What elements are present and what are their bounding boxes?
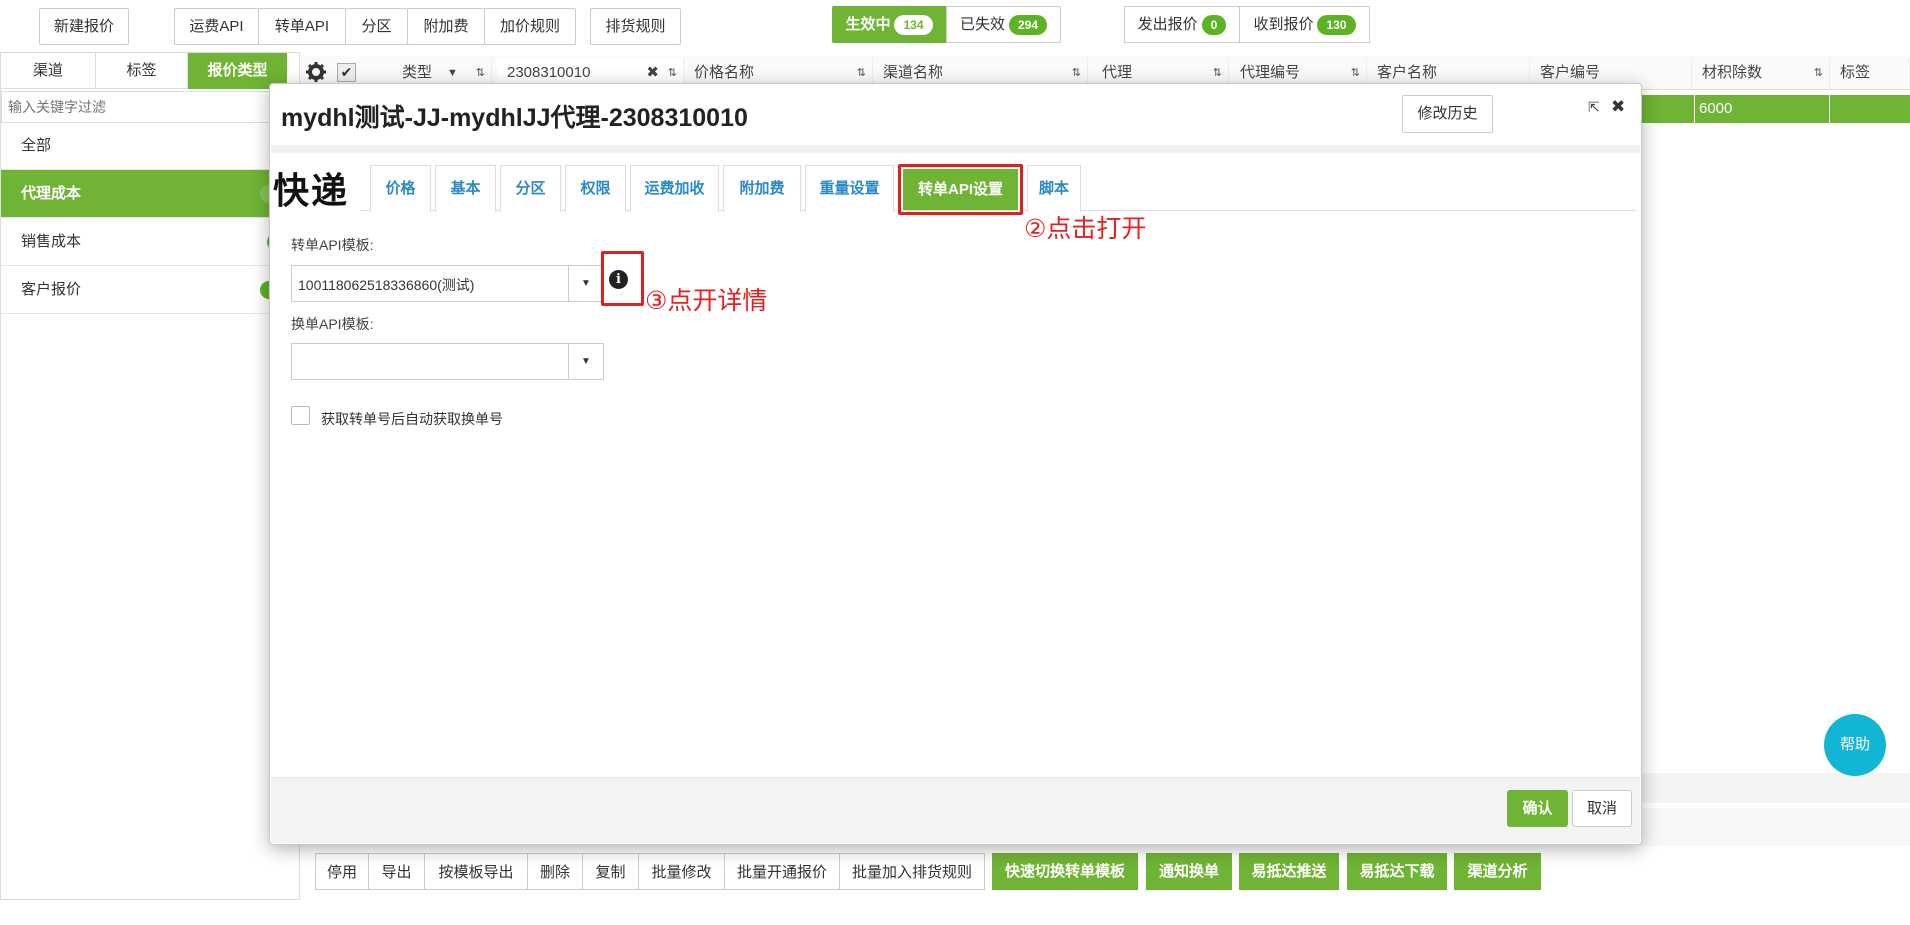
status-active-label: 生效中 xyxy=(845,16,891,33)
sidebar-item-sales-cost[interactable]: 销售成本 14 xyxy=(1,218,296,266)
tab-transfer-api-label: 转单API设置 xyxy=(903,169,1018,210)
sidebar-filter-input[interactable] xyxy=(1,91,299,123)
copy-button[interactable]: 复制 xyxy=(582,853,639,890)
batch-edit-button[interactable]: 批量修改 xyxy=(638,853,725,890)
select-all-checkbox[interactable]: ✔ xyxy=(337,63,356,82)
sidebar-item-customer-quote[interactable]: 客户报价 122 xyxy=(1,266,296,314)
markup-rules-button[interactable]: 加价规则 xyxy=(484,8,576,45)
transfer-api-label: 转单API模板: xyxy=(291,237,374,253)
sidebar-tab-tag[interactable]: 标签 xyxy=(96,53,188,89)
sent-quotes-label: 发出报价 xyxy=(1137,16,1198,33)
received-quotes-button[interactable]: 收到报价 130 xyxy=(1239,6,1370,43)
close-icon[interactable]: ✖ xyxy=(1611,97,1625,117)
modal-title: mydhl测试-JJ-mydhlJJ代理-2308310010 xyxy=(281,104,748,132)
sidebar-item-label: 代理成本 xyxy=(21,185,82,202)
annotation-detail: ③点开详情 xyxy=(645,287,768,315)
ydd-push-button[interactable]: 易抵达推送 xyxy=(1239,853,1339,890)
quick-switch-template-button[interactable]: 快速切换转单模板 xyxy=(992,853,1138,890)
auto-swap-checkbox[interactable] xyxy=(291,406,310,425)
tab-basic[interactable]: 基本 xyxy=(435,165,496,212)
export-button[interactable]: 导出 xyxy=(368,853,425,890)
modal-footer xyxy=(271,777,1640,843)
tab-weight-settings[interactable]: 重量设置 xyxy=(805,165,894,212)
channel-analysis-button[interactable]: 渠道分析 xyxy=(1454,853,1541,890)
sidebar-item-label: 销售成本 xyxy=(21,233,82,250)
status-expired-button[interactable]: 已失效 294 xyxy=(946,6,1061,43)
gear-icon[interactable] xyxy=(305,61,327,83)
col-header-label: 材积除数 xyxy=(1702,64,1763,81)
ydd-download-button[interactable]: 易抵达下载 xyxy=(1347,853,1447,890)
col-header-label: 客户编号 xyxy=(1540,64,1601,81)
status-active-count: 134 xyxy=(894,15,933,35)
sent-quotes-button[interactable]: 发出报价 0 xyxy=(1124,6,1240,43)
disable-button[interactable]: 停用 xyxy=(315,853,369,890)
info-icon[interactable]: i xyxy=(609,270,628,289)
tab-zone[interactable]: 分区 xyxy=(500,165,561,212)
zone-button[interactable]: 分区 xyxy=(345,8,408,45)
transfer-api-value: 100118062518336860(测试) xyxy=(298,277,475,293)
status-expired-count: 294 xyxy=(1008,15,1048,35)
transfer-api-select[interactable]: 100118062518336860(测试) ▼ xyxy=(291,265,604,302)
cargo-rules-button[interactable]: 排货规则 xyxy=(590,8,681,45)
tab-permission[interactable]: 权限 xyxy=(565,165,626,212)
transfer-api-button[interactable]: 转单API xyxy=(258,8,346,45)
auto-swap-checkbox-label: 获取转单号后自动获取换单号 xyxy=(321,411,503,427)
confirm-button[interactable]: 确认 xyxy=(1507,790,1568,827)
table-cell-volume-divisor: 6000 xyxy=(1694,95,1830,123)
received-quotes-label: 收到报价 xyxy=(1253,16,1314,33)
sidebar-item-all[interactable]: 全部 xyxy=(1,122,296,170)
annotation-open: ②点击打开 xyxy=(1024,215,1147,243)
modal-brand: 快递 xyxy=(273,170,350,212)
col-header-label: 代理 xyxy=(1102,64,1133,81)
batch-add-cargo-rule-button[interactable]: 批量加入排货规则 xyxy=(839,853,985,890)
history-button[interactable]: 修改历史 xyxy=(1402,95,1493,133)
received-quotes-count: 130 xyxy=(1317,15,1356,35)
swap-api-label: 换单API模板: xyxy=(291,316,374,332)
notify-swap-button[interactable]: 通知换单 xyxy=(1146,853,1232,890)
cancel-button[interactable]: 取消 xyxy=(1572,790,1632,827)
new-quote-button[interactable]: 新建报价 xyxy=(39,8,129,45)
tab-surcharge[interactable]: 附加费 xyxy=(723,165,801,212)
tab-script[interactable]: 脚本 xyxy=(1027,165,1081,212)
status-active-button[interactable]: 生效中 134 xyxy=(832,6,946,43)
tab-freight-surcharge[interactable]: 运费加收 xyxy=(630,165,719,212)
modal-body xyxy=(271,145,1640,777)
sidebar-item-agent-cost[interactable]: 代理成本 134 xyxy=(1,170,296,218)
help-button[interactable]: 帮助 xyxy=(1824,714,1886,776)
status-expired-label: 已失效 xyxy=(959,16,1005,33)
col-header-type-label: 类型 xyxy=(402,64,433,81)
tab-transfer-api-settings[interactable]: 转单API设置 xyxy=(898,164,1023,215)
col-header-volume-divisor[interactable]: 材积除数 ⇅ xyxy=(1692,58,1830,88)
col-header-label: 客户名称 xyxy=(1377,64,1438,81)
col-header-tag[interactable]: 标签 xyxy=(1830,58,1910,88)
col-header-label: 价格名称 xyxy=(694,64,755,81)
search-value: 2308310010 xyxy=(507,64,591,81)
col-header-label: 代理编号 xyxy=(1240,64,1301,81)
sent-quotes-count: 0 xyxy=(1201,15,1227,35)
freight-api-button[interactable]: 运费API xyxy=(174,8,259,45)
popout-icon[interactable]: ⇱ xyxy=(1588,99,1600,116)
delete-button[interactable]: 删除 xyxy=(527,853,583,890)
export-by-template-button[interactable]: 按模板导出 xyxy=(424,853,528,890)
table-row xyxy=(1640,773,1910,803)
chevron-down-icon[interactable]: ▼ xyxy=(568,266,603,301)
batch-enable-quote-button[interactable]: 批量开通报价 xyxy=(724,853,840,890)
tab-price[interactable]: 价格 xyxy=(370,165,431,212)
sidebar-tab-channel[interactable]: 渠道 xyxy=(1,53,96,89)
sidebar-item-label: 全部 xyxy=(21,137,52,154)
col-header-label: 渠道名称 xyxy=(883,64,944,81)
swap-api-select[interactable]: ▼ xyxy=(291,343,604,380)
sidebar-item-label: 客户报价 xyxy=(21,281,82,298)
sort-icon[interactable]: ⇅ xyxy=(1814,58,1823,88)
surcharge-button[interactable]: 附加费 xyxy=(407,8,485,45)
col-header-label: 标签 xyxy=(1840,64,1871,81)
chevron-down-icon[interactable]: ▼ xyxy=(568,344,603,379)
table-row xyxy=(1640,808,1910,846)
